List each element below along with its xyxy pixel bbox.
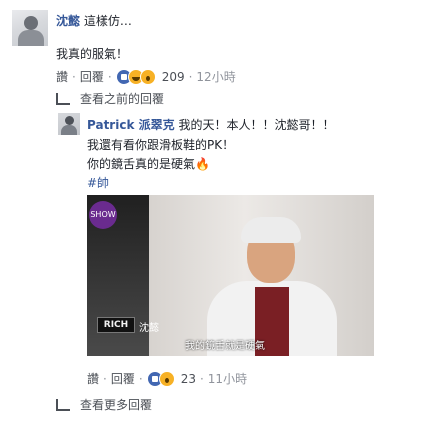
hashtag-link[interactable]: #帥 (87, 174, 109, 191)
reply-reaction-count[interactable]: 23 (181, 372, 196, 386)
reply-like-button[interactable]: 讚 (87, 370, 99, 387)
view-previous-label: 查看之前的回覆 (80, 92, 165, 106)
comment-time[interactable]: 12小時 (196, 68, 235, 85)
reply-arrow-icon (56, 398, 70, 411)
comment-header: 沈懿 這樣仿… (56, 12, 132, 29)
reply-line-1: Patrick 派翠克 我的天！本人！！沈懿哥！！ (87, 116, 334, 133)
wow-reaction-icon (158, 370, 175, 387)
view-previous-replies[interactable]: 查看之前的回覆 (56, 90, 164, 107)
reply-actions: 讚 · 回覆 · 23 · 11小時 (87, 370, 248, 387)
reply-author[interactable]: Patrick 派翠克 (87, 118, 175, 132)
reply-text-2: 我還有看你跟滑板鞋的PK！ (87, 138, 235, 152)
avatar-body (18, 30, 44, 46)
wow-reaction-icon (139, 68, 156, 85)
avatar-head (24, 16, 38, 30)
reply-text-3: 你的鏡舌真的是硬氣🔥 (87, 157, 210, 171)
reactions[interactable] (115, 68, 156, 85)
video-subtitle: 我的鏡舌就是硬氣 (185, 341, 265, 352)
reply-avatar-head (65, 116, 74, 125)
view-more-label: 查看更多回覆 (80, 398, 153, 412)
rich-logo: RICH (97, 317, 135, 333)
reply-text-1: 我的天！本人！！沈懿哥！！ (178, 118, 335, 132)
reply-arrow-icon (56, 92, 70, 105)
reply-reply-button[interactable]: 回覆 (111, 370, 135, 387)
avatar[interactable] (12, 10, 48, 46)
view-more-replies[interactable]: 查看更多回覆 (56, 396, 152, 413)
show-badge: SHOW (89, 201, 117, 229)
reply-avatar[interactable] (58, 113, 80, 135)
reply-avatar-body (61, 125, 77, 135)
reaction-count[interactable]: 209 (162, 70, 185, 84)
reply-reactions[interactable] (146, 370, 175, 387)
comment-actions: 讚 · 回覆 · 209 · 12小時 (56, 68, 236, 85)
comment-text: 我真的服氣！ (56, 47, 129, 61)
comment-author[interactable]: 沈懿 (56, 14, 80, 28)
reply-time[interactable]: 11小時 (208, 370, 247, 387)
like-button[interactable]: 讚 (56, 68, 68, 85)
video-thumbnail[interactable]: SHOW RICH 沈懿 我的鏡舌就是硬氣 (87, 195, 374, 356)
comment-snippet: 這樣仿… (83, 14, 132, 28)
person-cap (241, 217, 301, 243)
reply-button[interactable]: 回覆 (80, 68, 104, 85)
video-name-tag: 沈懿 (139, 323, 159, 334)
